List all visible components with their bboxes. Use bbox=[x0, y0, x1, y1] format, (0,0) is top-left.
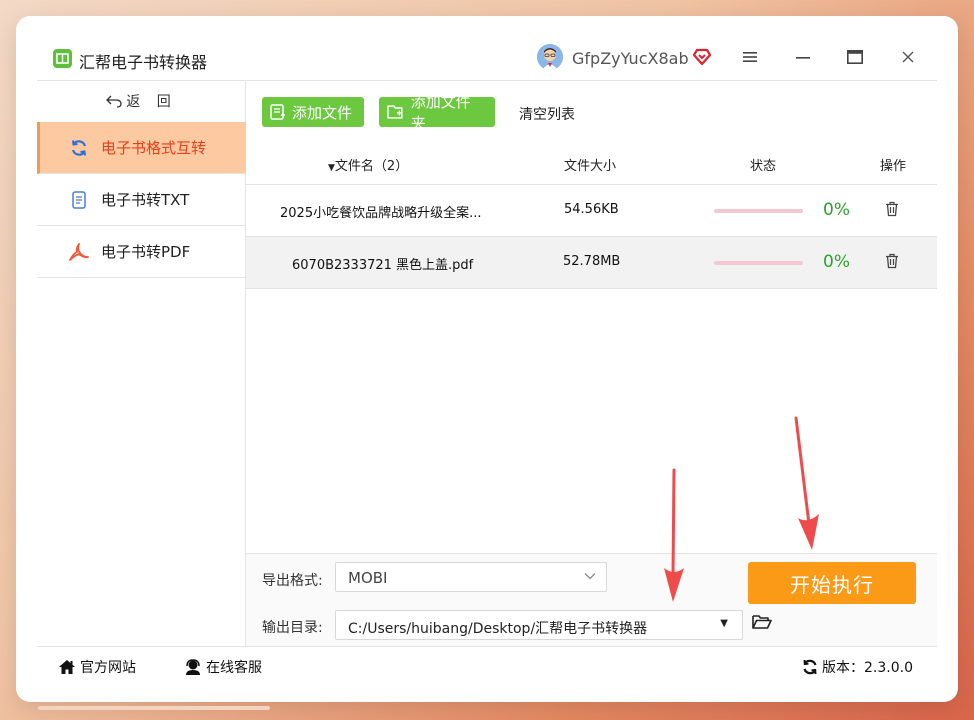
version-label: 版本：2.3.0.0 bbox=[822, 660, 913, 676]
website-link[interactable]: 官方网站 bbox=[58, 657, 136, 677]
filename-column-header[interactable]: ▼文件名（2） bbox=[328, 155, 408, 174]
user-avatar[interactable] bbox=[537, 44, 563, 70]
add-file-button[interactable]: 添加文件 bbox=[262, 97, 364, 127]
chevron-down-icon bbox=[584, 569, 596, 583]
clear-list-button[interactable]: 清空列表 bbox=[519, 104, 575, 124]
sort-down-icon: ▼ bbox=[328, 163, 335, 173]
format-label: 导出格式: bbox=[262, 573, 323, 589]
add-folder-icon bbox=[387, 105, 403, 119]
back-button[interactable]: 返 回 bbox=[37, 80, 246, 122]
table-row[interactable]: 6070B2333721 黑色上盖.pdf 52.78MB 0% bbox=[246, 237, 937, 289]
sidebar-item-label: 电子书格式互转 bbox=[101, 139, 207, 157]
folder-open-icon[interactable] bbox=[752, 614, 772, 634]
progress-bar bbox=[714, 261, 803, 265]
progress-percent: 0% bbox=[823, 200, 850, 220]
app-title: 汇帮电子书转换器 bbox=[79, 53, 208, 72]
sidebar-item-label: 电子书转PDF bbox=[101, 243, 191, 261]
footer: 官方网站 在线客服 版本：2.3.0.0 bbox=[37, 646, 937, 686]
output-dir-label: 输出目录: bbox=[262, 620, 323, 636]
file-size: 54.56KB bbox=[564, 202, 619, 217]
refresh-icon bbox=[69, 138, 89, 158]
menu-icon[interactable] bbox=[739, 46, 761, 68]
start-button[interactable]: 开始执行 bbox=[748, 562, 916, 604]
sidebar: 返 回 电子书格式互转 电子书转TXT 电子书转PDF bbox=[37, 80, 246, 646]
size-column-header: 文件大小 bbox=[564, 159, 617, 174]
annotation-arrow-icon bbox=[664, 468, 684, 602]
progress-bar bbox=[714, 209, 803, 213]
caret-down-icon: ▼ bbox=[720, 618, 728, 629]
add-file-label: 添加文件 bbox=[292, 103, 353, 122]
app-window: 汇帮电子书转换器 GfpZyYucX8ab 返 回 电子书格式互转 电子书转TX… bbox=[16, 16, 958, 702]
sidebar-item-to-txt[interactable]: 电子书转TXT bbox=[37, 174, 246, 226]
back-label: 返 回 bbox=[126, 94, 177, 110]
sidebar-item-label: 电子书转TXT bbox=[101, 191, 190, 209]
file-table-header: ▼文件名（2） 文件大小 状态 操作 bbox=[246, 149, 937, 185]
output-dir-select[interactable]: C:/Users/huibang/Desktop/汇帮电子书转换器 ▼ bbox=[335, 610, 743, 640]
version-info[interactable]: 版本：2.3.0.0 bbox=[802, 657, 913, 677]
back-arrow-icon bbox=[106, 95, 122, 108]
username[interactable]: GfpZyYucX8ab bbox=[572, 49, 689, 68]
decorative-strip bbox=[38, 706, 270, 710]
support-label: 在线客服 bbox=[206, 660, 262, 676]
output-options-panel: 导出格式: MOBI 输出目录: C:/Users/huibang/Deskto… bbox=[246, 553, 937, 646]
minimize-icon[interactable] bbox=[792, 46, 814, 68]
add-folder-label: 添加文件夹 bbox=[410, 93, 471, 132]
sidebar-item-format-convert[interactable]: 电子书格式互转 bbox=[37, 122, 246, 174]
file-name: 2025小吃餐饮品牌战略升级全案... bbox=[280, 206, 482, 221]
support-link[interactable]: 在线客服 bbox=[184, 657, 262, 677]
sidebar-item-to-pdf[interactable]: 电子书转PDF bbox=[37, 226, 246, 278]
action-column-header: 操作 bbox=[880, 159, 907, 174]
progress-percent: 0% bbox=[823, 252, 850, 272]
app-logo-icon bbox=[53, 49, 72, 68]
vip-heart-icon[interactable] bbox=[692, 48, 712, 70]
trash-icon[interactable] bbox=[885, 201, 899, 221]
home-icon bbox=[59, 660, 75, 674]
maximize-icon[interactable] bbox=[844, 46, 866, 68]
format-select[interactable]: MOBI bbox=[335, 562, 607, 592]
file-size: 52.78MB bbox=[563, 254, 621, 269]
table-row[interactable]: 2025小吃餐饮品牌战略升级全案... 54.56KB 0% bbox=[246, 185, 937, 237]
website-label: 官方网站 bbox=[80, 660, 136, 676]
format-value: MOBI bbox=[348, 569, 388, 587]
file-name: 6070B2333721 黑色上盖.pdf bbox=[292, 258, 474, 273]
status-column-header: 状态 bbox=[750, 159, 777, 174]
document-icon bbox=[69, 190, 89, 210]
title-bar: 汇帮电子书转换器 GfpZyYucX8ab bbox=[16, 16, 958, 80]
support-agent-icon bbox=[186, 659, 200, 675]
add-folder-button[interactable]: 添加文件夹 bbox=[379, 93, 495, 132]
update-icon bbox=[803, 659, 817, 675]
close-icon[interactable] bbox=[897, 46, 919, 68]
annotation-arrow-icon bbox=[794, 416, 819, 550]
filename-header-label: 文件名（2） bbox=[334, 159, 409, 174]
add-file-icon bbox=[270, 104, 285, 120]
trash-icon[interactable] bbox=[885, 253, 899, 273]
pdf-icon bbox=[69, 242, 89, 262]
output-dir-value: C:/Users/huibang/Desktop/汇帮电子书转换器 bbox=[348, 621, 648, 637]
